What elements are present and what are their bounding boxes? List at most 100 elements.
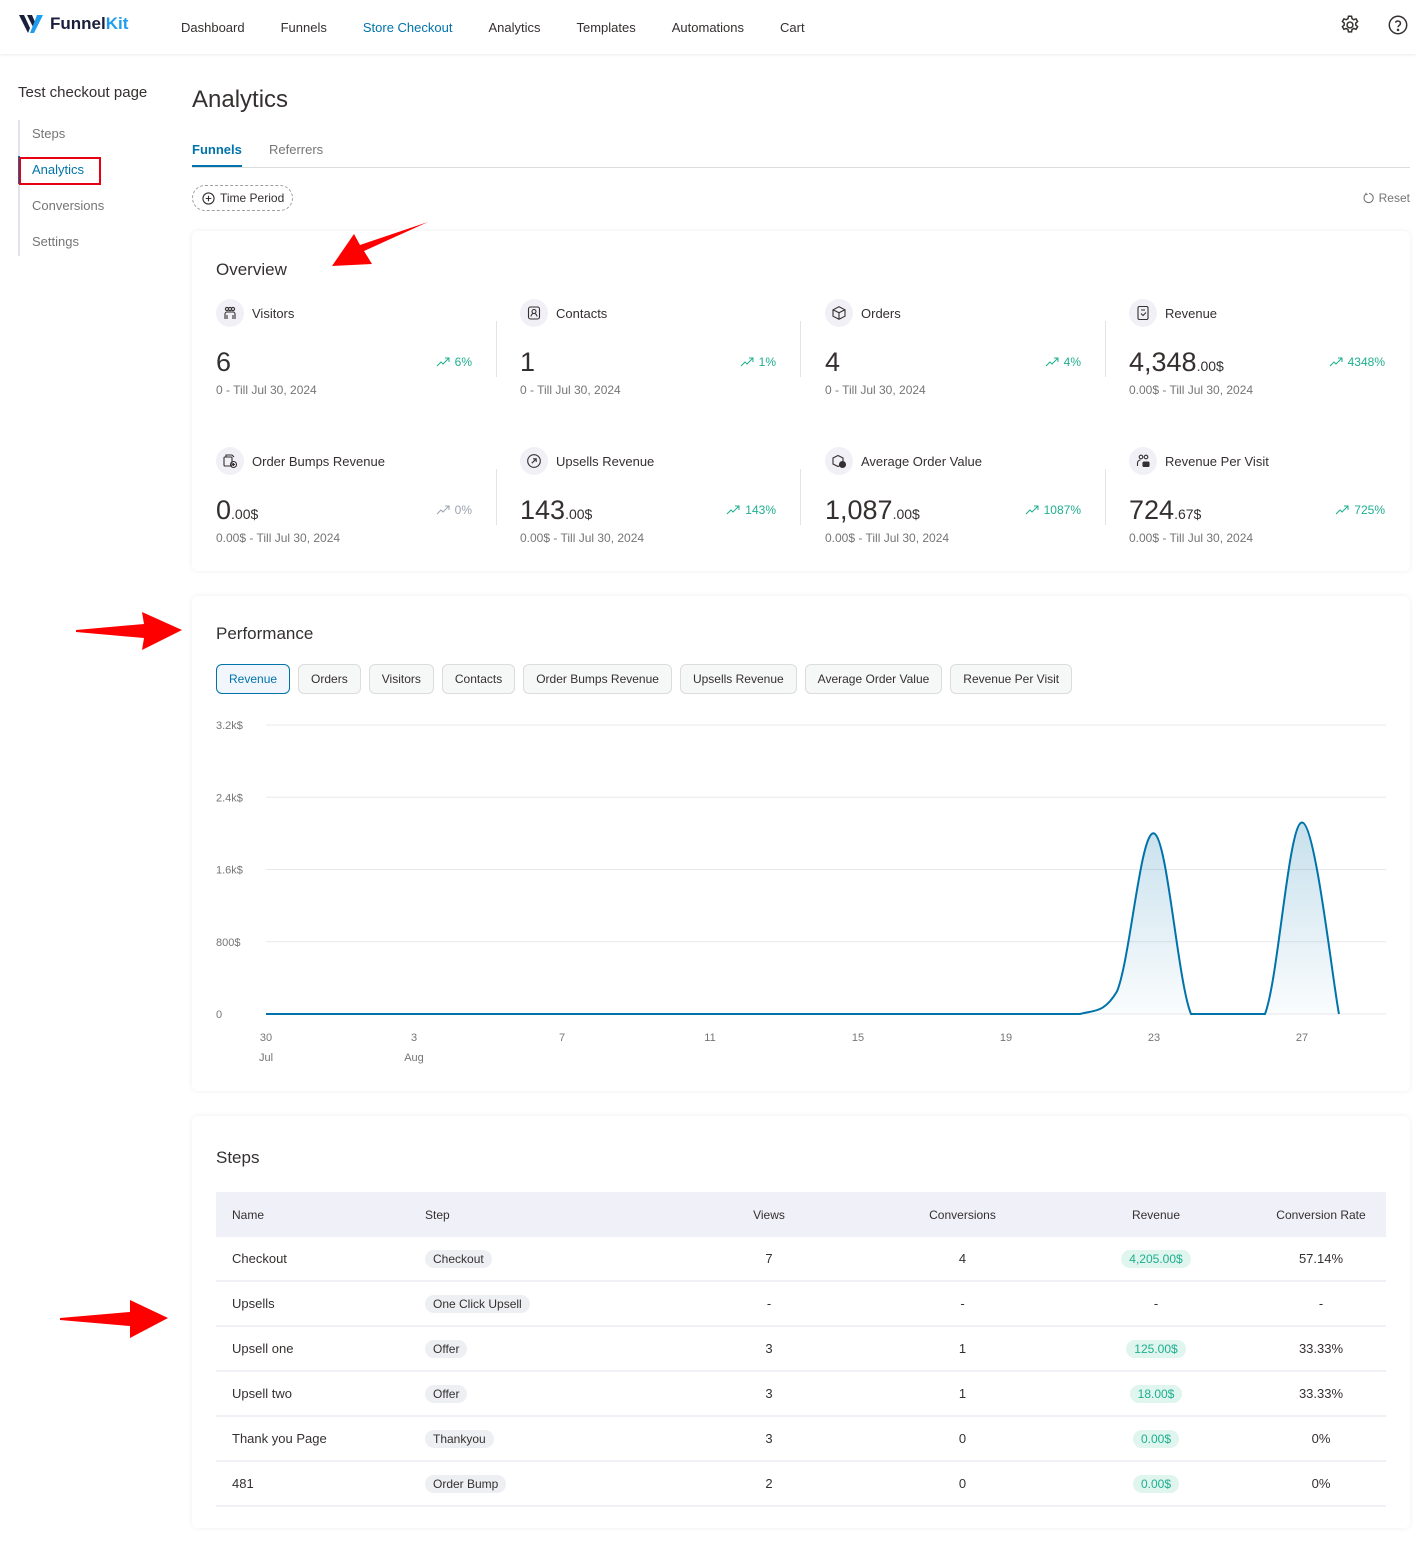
revenue-value: - — [1153, 1296, 1159, 1311]
metric-comparison: 0 - Till Jul 30, 2024 — [825, 383, 926, 397]
tab-funnels[interactable]: Funnels — [192, 142, 242, 167]
chip-order-bumps-revenue[interactable]: Order Bumps Revenue — [523, 664, 672, 694]
conversions-value: 0 — [958, 1431, 967, 1446]
metric-order-bumps-revenue: Order Bumps Revenue 0.00$ 0% 0.00$ - Till J… — [216, 447, 496, 557]
data-point — [930, 1012, 934, 1016]
metric-divider — [800, 321, 801, 377]
chip-upsells-revenue[interactable]: Upsells Revenue — [679, 664, 797, 694]
data-point — [745, 1012, 749, 1016]
annotation-arrow-performance — [76, 612, 182, 650]
nav-funnels[interactable]: Funnels — [281, 20, 327, 35]
metric-header: Visitors — [216, 299, 496, 327]
metric-comparison: 0.00$ - Till Jul 30, 2024 — [1129, 531, 1254, 545]
metric-value-integer: 724 — [1129, 495, 1175, 525]
metric-label: Average Order Value — [861, 453, 982, 469]
x-tick-label: 23 — [1148, 1032, 1160, 1044]
funnelkit-logo-icon — [19, 15, 43, 33]
chip-visitors[interactable]: Visitors — [368, 664, 434, 694]
views-value: 2 — [765, 1476, 773, 1491]
conversion-rate-value: 0% — [1311, 1476, 1331, 1491]
column-header-revenue[interactable]: Revenue — [1056, 1208, 1256, 1222]
metric-value-integer: 4,348 — [1129, 347, 1197, 377]
metric-divider — [1105, 321, 1106, 377]
time-period-button[interactable]: Time Period — [192, 185, 293, 211]
column-header-conversions[interactable]: Conversions — [869, 1208, 1056, 1222]
steps-title: Steps — [216, 1148, 260, 1167]
top-navigation-bar: FunnelKit Dashboard Funnels Store Checko… — [0, 0, 1416, 54]
table-row[interactable]: Upsell two Offer 3 1 18.00$ 33.33% — [216, 1372, 1386, 1417]
table-row[interactable]: Thank you Page Thankyou 3 0 0.00$ 0% — [216, 1417, 1386, 1462]
chip-orders[interactable]: Orders — [298, 664, 361, 694]
gear-icon[interactable] — [1339, 14, 1361, 36]
annotation-highlight-box — [19, 157, 101, 185]
table-row[interactable]: Upsell one Offer 3 1 125.00$ 33.33% — [216, 1327, 1386, 1372]
metric-value-decimal: .00$ — [892, 506, 920, 522]
metric-comparison: 0 - Till Jul 30, 2024 — [216, 383, 317, 397]
metric-change-value: 4348% — [1347, 355, 1385, 369]
table-row[interactable]: 481 Order Bump 2 0 0.00$ 0% — [216, 1462, 1386, 1507]
column-header-step[interactable]: Step — [409, 1208, 669, 1222]
metric-change-value: 1% — [758, 355, 776, 369]
data-point — [893, 1012, 897, 1016]
data-point — [708, 1012, 712, 1016]
chip-average-order-value[interactable]: Average Order Value — [804, 664, 943, 694]
metric-value: 143.00$ — [520, 495, 592, 526]
data-point — [967, 1012, 971, 1016]
data-point — [1004, 1012, 1008, 1016]
metric-label: Contacts — [556, 305, 608, 321]
help-icon[interactable] — [1387, 14, 1409, 36]
chip-revenue[interactable]: Revenue — [216, 664, 291, 694]
funnelkit-logo[interactable]: FunnelKit — [18, 13, 128, 35]
step-type-badge: Offer — [425, 1339, 468, 1358]
step-type-cell: Order Bump — [409, 1474, 669, 1493]
metric-change-value: 143% — [745, 503, 776, 517]
conversions-value: 4 — [958, 1251, 967, 1266]
conversions-value: - — [960, 1296, 965, 1311]
sidebar-item-steps[interactable]: Steps — [20, 120, 104, 156]
overview-title: Overview — [216, 260, 287, 279]
metric-average-order-value: Average Order Value 1,087.00$ 1087% 0.00$ -… — [825, 447, 1105, 557]
data-point — [486, 1012, 490, 1016]
revenue-badge: 0.00$ — [1132, 1474, 1180, 1493]
chip-contacts[interactable]: Contacts — [441, 664, 516, 694]
revenue-badge: 18.00$ — [1129, 1384, 1183, 1403]
nav-analytics[interactable]: Analytics — [488, 20, 540, 35]
step-type-cell: Offer — [409, 1384, 669, 1403]
y-tick-label: 1.6k$ — [216, 865, 243, 877]
metric-change-value: 6% — [454, 355, 472, 369]
nav-store-checkout[interactable]: Store Checkout — [363, 20, 453, 35]
column-header-name[interactable]: Name — [216, 1208, 409, 1222]
metric-comparison: 0.00$ - Till Jul 30, 2024 — [825, 531, 950, 545]
metric-divider — [496, 321, 497, 377]
data-point — [1337, 1012, 1341, 1016]
metric-label: Upsells Revenue — [556, 453, 655, 469]
metric-change: 1087% — [1025, 503, 1081, 517]
data-point — [671, 1012, 675, 1016]
metric-revenue-per-visit: Revenue Per Visit 724.67$ 725% 0.00$ - Till… — [1129, 447, 1409, 557]
sidebar-item-conversions[interactable]: Conversions — [20, 192, 104, 228]
table-row[interactable]: Checkout Checkout 7 4 4,205.00$ 57.14% — [216, 1237, 1386, 1282]
trend-up-icon — [436, 505, 450, 515]
column-header-conversion-rate[interactable]: Conversion Rate — [1256, 1208, 1386, 1222]
y-tick-label: 2.4k$ — [216, 792, 243, 804]
step-type-badge: Thankyou — [425, 1429, 494, 1448]
data-point — [1226, 1012, 1230, 1016]
metric-header: Orders — [825, 299, 1105, 327]
reset-button[interactable]: Reset — [1363, 191, 1410, 205]
sidebar-item-settings[interactable]: Settings — [20, 228, 104, 264]
data-point — [1041, 1012, 1045, 1016]
revenue-badge: 0.00$ — [1132, 1429, 1180, 1448]
nav-cart[interactable]: Cart — [780, 20, 805, 35]
analytics-tabs: Funnels Referrers — [192, 140, 1410, 168]
table-row[interactable]: Upsells One Click Upsell - - - - — [216, 1282, 1386, 1327]
tab-referrers[interactable]: Referrers — [269, 142, 323, 165]
chip-revenue-per-visit[interactable]: Revenue Per Visit — [950, 664, 1073, 694]
funnel-title: Test checkout page — [18, 84, 148, 101]
column-header-views[interactable]: Views — [669, 1208, 869, 1222]
metric-value-decimal: .00$ — [565, 506, 593, 522]
nav-dashboard[interactable]: Dashboard — [181, 20, 245, 35]
upsells-icon — [520, 447, 548, 475]
aov-icon — [825, 447, 853, 475]
nav-templates[interactable]: Templates — [577, 20, 636, 35]
nav-automations[interactable]: Automations — [672, 20, 744, 35]
